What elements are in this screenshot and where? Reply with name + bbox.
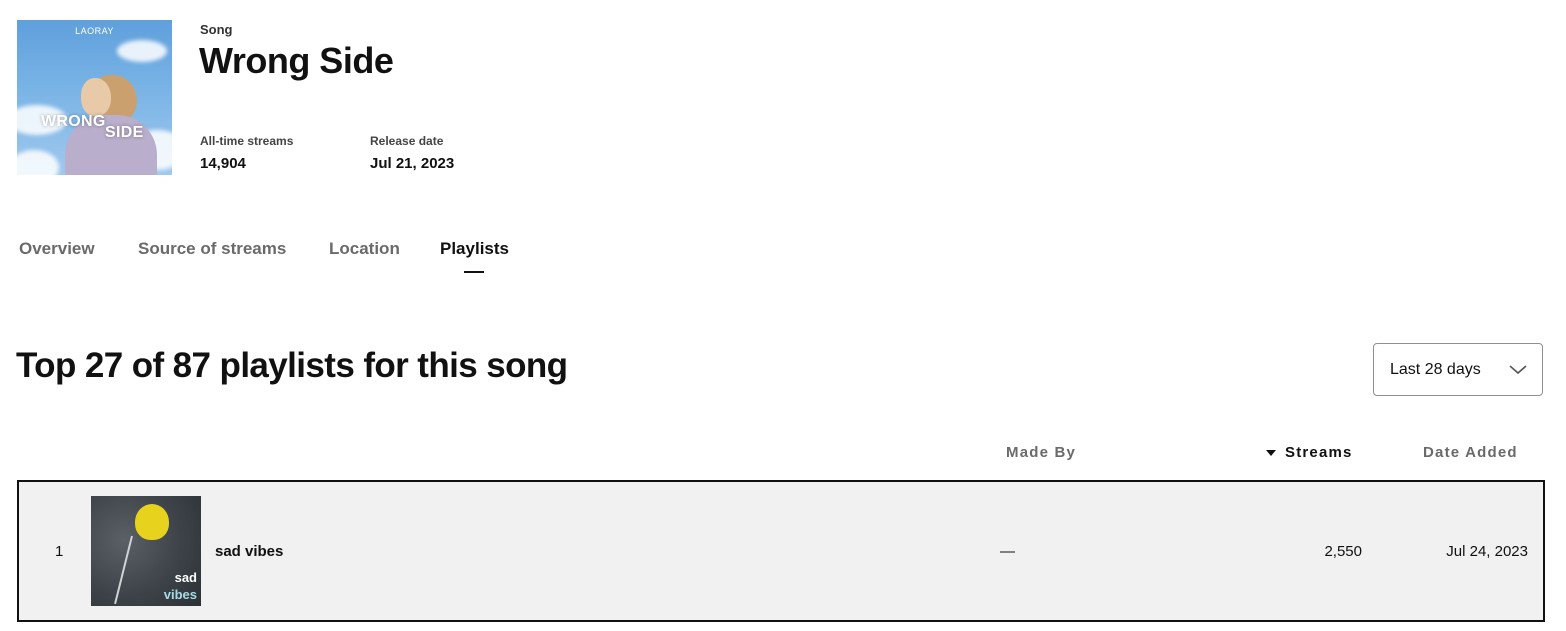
column-header-made-by[interactable]: Made By [1006, 444, 1076, 461]
tab-location[interactable]: Location [329, 239, 400, 259]
playlist-cover-art: sad vibes [91, 496, 201, 606]
section-title: Top 27 of 87 playlists for this song [16, 346, 568, 385]
cover-title-line2: SIDE [105, 124, 144, 141]
playlist-cover-text-line2: vibes [163, 587, 197, 602]
song-title: Wrong Side [199, 40, 394, 81]
cover-balloon [135, 504, 169, 540]
cover-cloud [17, 150, 59, 175]
playlist-date-added: Jul 24, 2023 [1446, 543, 1528, 560]
sort-descending-icon [1266, 450, 1276, 456]
cover-balloon-string [114, 535, 133, 605]
cover-artist-text: LAORAY [75, 26, 114, 36]
release-date-value: Jul 21, 2023 [370, 155, 455, 172]
song-cover-art: LAORAY WRONG SIDE [17, 20, 172, 175]
chevron-down-icon [1509, 365, 1527, 375]
playlist-cover-text-line1: sad [174, 570, 197, 585]
playlist-streams: 2,550 [1324, 543, 1362, 560]
tab-playlists[interactable]: Playlists [440, 239, 509, 259]
row-rank: 1 [55, 543, 64, 560]
column-header-streams[interactable]: Streams [1285, 444, 1353, 461]
item-kind-label: Song [200, 22, 233, 37]
date-range-select[interactable]: Last 28 days [1373, 343, 1543, 396]
all-time-streams-value: 14,904 [200, 155, 246, 172]
cover-person-head [81, 78, 111, 116]
playlist-name[interactable]: sad vibes [215, 543, 283, 560]
tab-source-of-streams[interactable]: Source of streams [138, 239, 286, 259]
all-time-streams-label: All-time streams [200, 134, 294, 148]
release-date-label: Release date [370, 134, 444, 148]
tab-overview[interactable]: Overview [19, 239, 95, 259]
cover-title-line1: WRONG [41, 113, 106, 130]
column-header-date-added[interactable]: Date Added [1423, 444, 1518, 461]
playlist-made-by: — [1000, 543, 1015, 560]
cover-cloud [117, 40, 167, 62]
date-range-selected: Last 28 days [1390, 361, 1481, 378]
active-tab-indicator [464, 271, 484, 273]
